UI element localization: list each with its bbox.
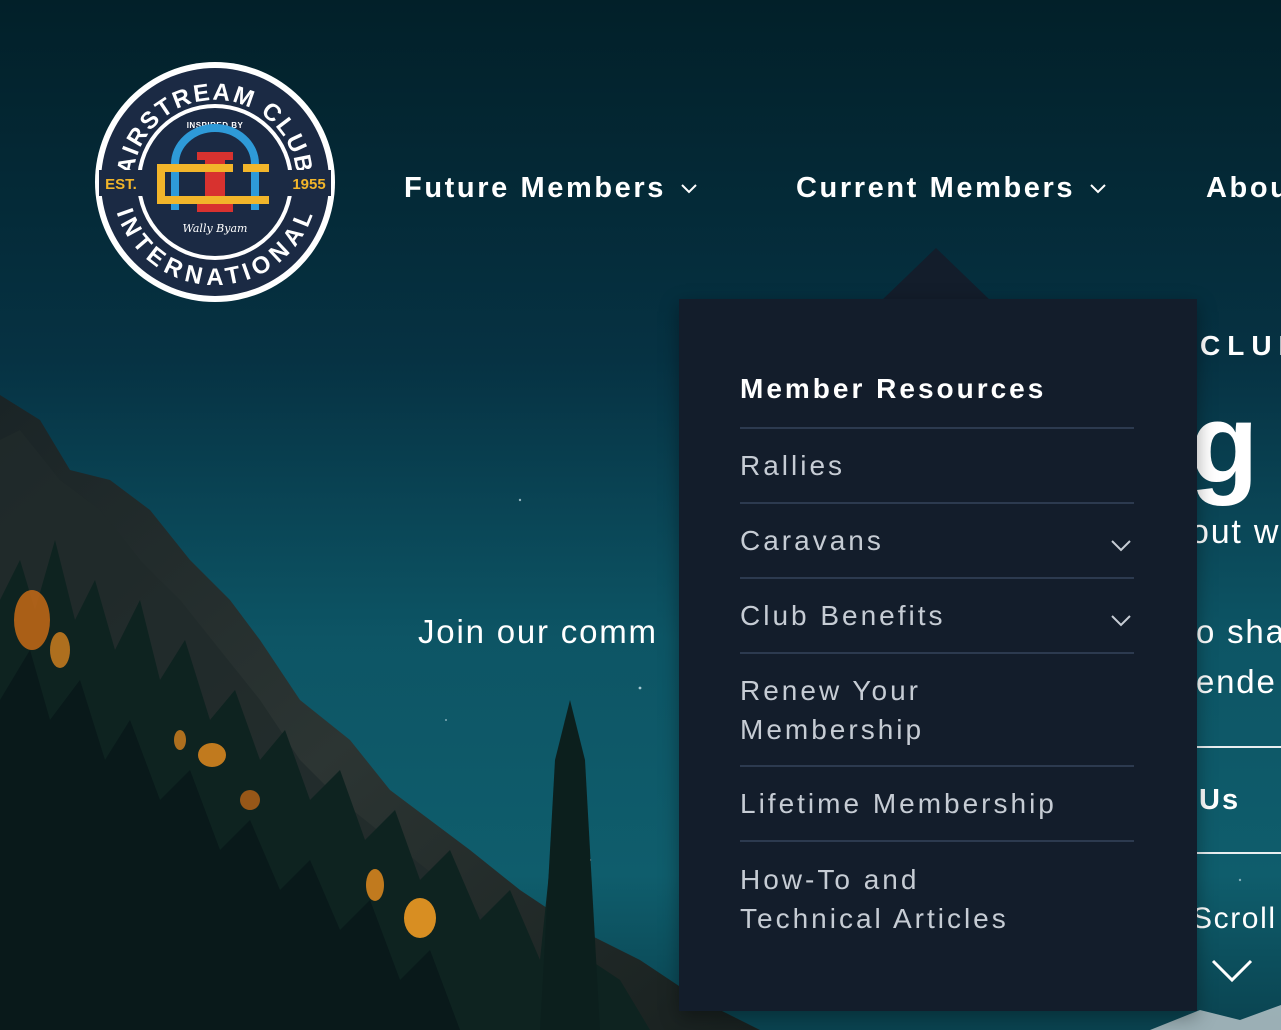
dropdown-pointer bbox=[880, 248, 992, 302]
current-members-dropdown: Member Resources Rallies Caravans Club B… bbox=[679, 299, 1197, 1011]
menu-item-label: Lifetime Membership bbox=[740, 788, 1057, 819]
nav-item-label: Future Members bbox=[404, 172, 666, 204]
hero-subtext-line-1: out w bbox=[1190, 513, 1281, 551]
menu-item-how-to-technical-articles[interactable]: How-To and Technical Articles bbox=[740, 842, 1134, 955]
menu-item-label: Caravans bbox=[740, 525, 884, 556]
hero-headline: g T bbox=[1190, 381, 1281, 506]
menu-item-label: Club Benefits bbox=[740, 600, 946, 631]
nav-item-about[interactable]: Abou bbox=[1206, 172, 1281, 205]
hero-cta-label: Us bbox=[1199, 784, 1241, 816]
menu-item-rallies[interactable]: Rallies bbox=[740, 429, 1134, 504]
hero-subtext-line-3: ende bbox=[1196, 663, 1277, 700]
nav-item-label: Current Members bbox=[796, 172, 1076, 204]
nav-item-current-members[interactable]: Current Members bbox=[796, 172, 1107, 205]
chevron-down-icon bbox=[1090, 183, 1106, 193]
menu-item-label: Rallies bbox=[740, 450, 846, 481]
scroll-label[interactable]: Scroll bbox=[1192, 902, 1277, 936]
menu-item-lifetime-membership[interactable]: Lifetime Membership bbox=[740, 767, 1134, 842]
menu-item-label: Member Resources bbox=[740, 372, 1047, 404]
menu-item-label: Renew Your Membership bbox=[740, 674, 925, 745]
menu-item-label: How-To and Technical Articles bbox=[740, 863, 1009, 934]
menu-item-renew-membership[interactable]: Renew Your Membership bbox=[740, 654, 1134, 767]
nav-item-label: Abou bbox=[1206, 172, 1281, 204]
menu-item-caravans[interactable]: Caravans bbox=[740, 504, 1134, 579]
dropdown-menu-list: Member Resources Rallies Caravans Club B… bbox=[740, 353, 1134, 955]
main-nav: Future Members Current Members Abou bbox=[0, 172, 1281, 212]
logo-signature: Wally Byam bbox=[183, 222, 248, 235]
hero-subtext-line-2: o sha bbox=[1196, 613, 1281, 650]
hero-join-text: Join our comm bbox=[418, 613, 658, 650]
chevron-down-icon[interactable] bbox=[1110, 539, 1132, 553]
page: AIRSTREAM CLUB INTERNATIONAL EST. 1955 I… bbox=[0, 0, 1281, 1030]
scroll-down-chevron-icon[interactable] bbox=[1210, 958, 1254, 984]
hero-kicker: CLUB bbox=[1200, 330, 1281, 361]
hero-cta-button[interactable]: Us bbox=[1196, 746, 1281, 854]
chevron-down-icon bbox=[681, 183, 697, 193]
menu-item-member-resources[interactable]: Member Resources bbox=[740, 353, 1134, 429]
chevron-down-icon[interactable] bbox=[1110, 614, 1132, 628]
nav-item-future-members[interactable]: Future Members bbox=[404, 172, 698, 205]
menu-item-club-benefits[interactable]: Club Benefits bbox=[740, 579, 1134, 654]
